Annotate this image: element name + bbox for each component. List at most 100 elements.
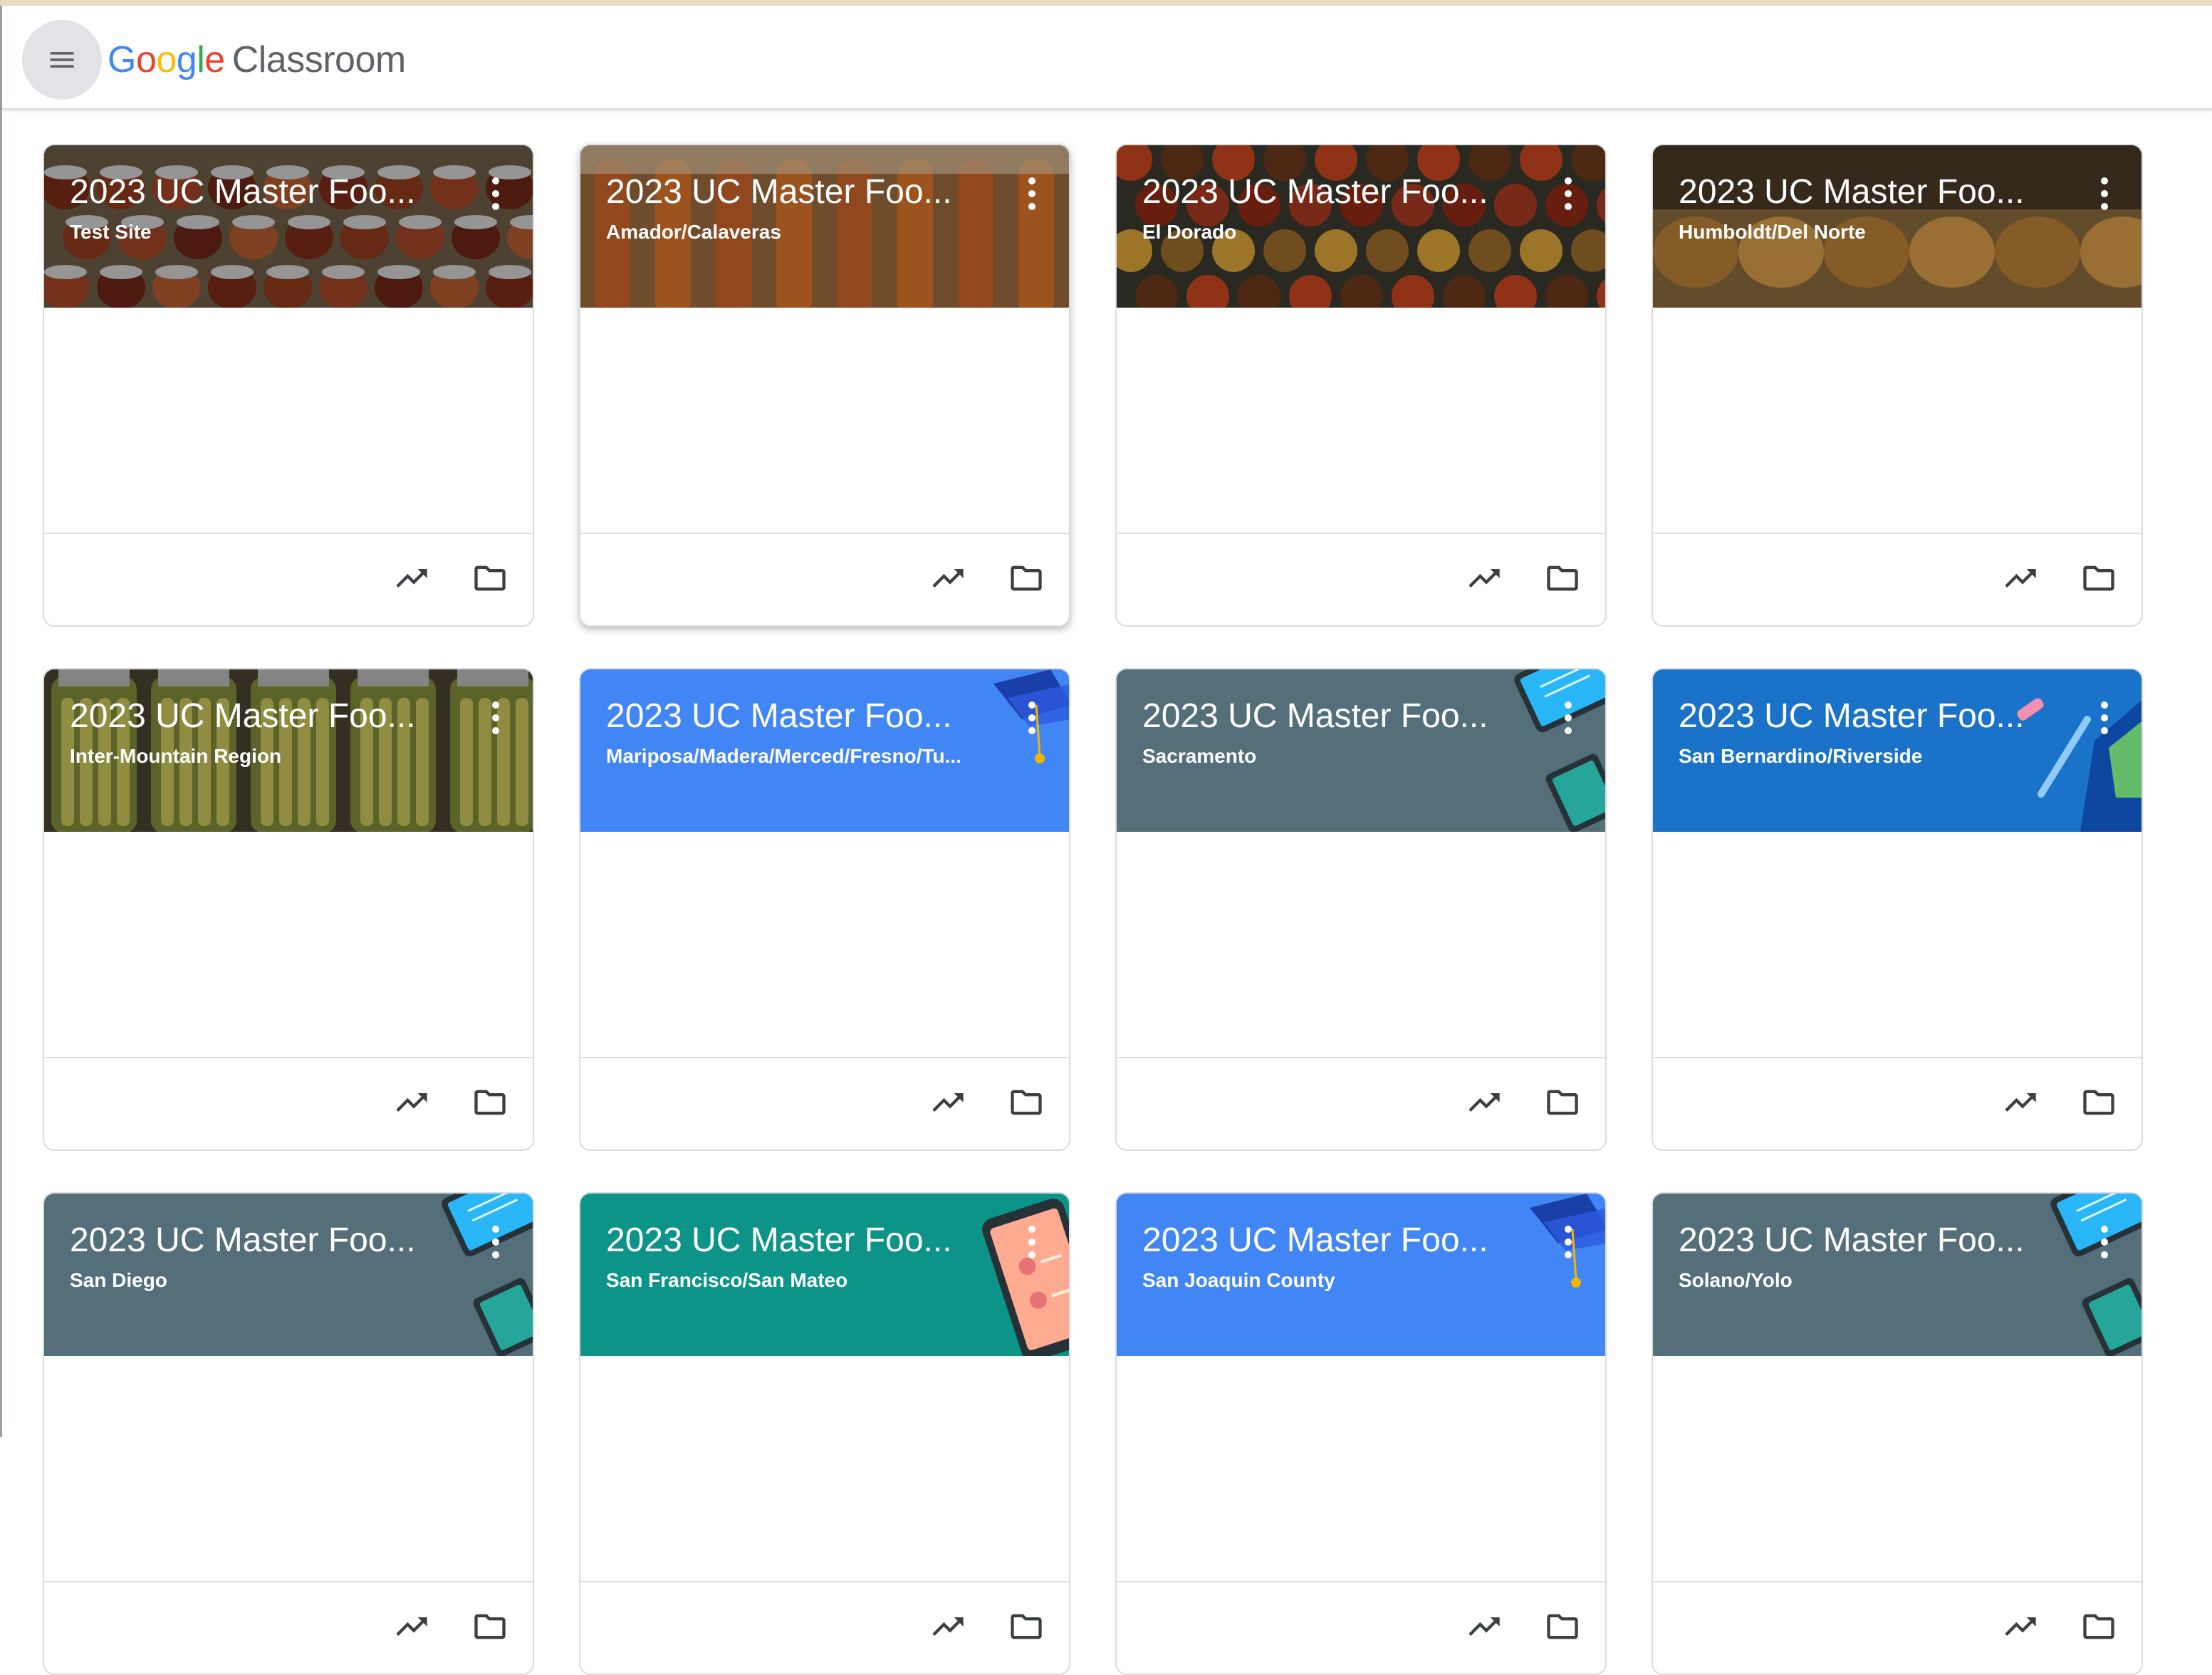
class-card[interactable]: 2023 UC Master Foo... El Dorado: [1115, 144, 1607, 627]
class-title[interactable]: 2023 UC Master Foo...: [1142, 1219, 1527, 1262]
class-card-banner[interactable]: 2023 UC Master Foo... San Francisco/San …: [580, 1194, 1069, 1356]
class-options-button[interactable]: [1560, 1222, 1577, 1262]
open-drive-folder-button[interactable]: [1540, 1080, 1585, 1125]
open-drive-folder-button[interactable]: [1003, 555, 1049, 601]
open-progress-button[interactable]: [925, 1080, 971, 1125]
more-vert-icon: [2101, 701, 2108, 734]
open-drive-folder-button[interactable]: [1003, 1080, 1049, 1125]
open-drive-folder-button[interactable]: [467, 1080, 513, 1125]
class-title[interactable]: 2023 UC Master Foo...: [1679, 171, 2063, 214]
class-title[interactable]: 2023 UC Master Foo...: [70, 171, 454, 214]
open-drive-folder-button[interactable]: [467, 1604, 513, 1649]
class-title[interactable]: 2023 UC Master Foo...: [1142, 171, 1527, 214]
class-title[interactable]: 2023 UC Master Foo...: [606, 695, 991, 738]
open-progress-button[interactable]: [389, 1604, 434, 1649]
class-options-button[interactable]: [1560, 174, 1577, 214]
class-title[interactable]: 2023 UC Master Foo...: [70, 1219, 454, 1262]
open-drive-folder-button[interactable]: [1540, 1604, 1585, 1649]
class-options-button[interactable]: [1560, 698, 1577, 738]
class-card[interactable]: 2023 UC Master Foo... San Bernardino/Riv…: [1652, 668, 2143, 1151]
class-card[interactable]: 2023 UC Master Foo... Solano/Yolo: [1652, 1192, 2143, 1675]
class-section: Inter-Mountain Region: [70, 745, 282, 767]
open-progress-button[interactable]: [389, 555, 434, 601]
open-progress-button[interactable]: [1998, 1604, 2043, 1649]
class-options-button[interactable]: [1023, 698, 1040, 738]
class-card-body: [1653, 1356, 2141, 1582]
class-options-button[interactable]: [2096, 174, 2113, 214]
class-card-banner[interactable]: 2023 UC Master Foo... Mariposa/Madera/Me…: [580, 669, 1069, 832]
class-title[interactable]: 2023 UC Master Foo...: [606, 1219, 991, 1262]
class-card-body: [44, 832, 533, 1058]
open-progress-button[interactable]: [1461, 1604, 1507, 1649]
folder-icon: [474, 1090, 506, 1115]
class-card[interactable]: 2023 UC Master Foo... Test Site: [43, 144, 534, 627]
open-drive-folder-button[interactable]: [1003, 1604, 1049, 1649]
open-progress-button[interactable]: [925, 1604, 971, 1649]
trending-up-icon: [2005, 569, 2036, 588]
more-vert-icon: [1028, 701, 1035, 734]
class-title[interactable]: 2023 UC Master Foo...: [606, 171, 991, 214]
more-vert-icon: [492, 701, 499, 734]
class-options-button[interactable]: [487, 698, 504, 738]
open-drive-folder-button[interactable]: [467, 555, 513, 601]
open-progress-button[interactable]: [925, 555, 971, 601]
folder-icon: [1547, 565, 1578, 591]
class-card-banner[interactable]: 2023 UC Master Foo... San Bernardino/Riv…: [1653, 669, 2141, 832]
trending-up-icon: [2005, 1093, 2036, 1112]
google-classroom-logo[interactable]: Google Classroom: [108, 34, 406, 85]
class-options-button[interactable]: [1023, 1222, 1040, 1262]
class-card-banner[interactable]: 2023 UC Master Foo... San Joaquin County: [1117, 1194, 1605, 1356]
open-drive-folder-button[interactable]: [2076, 1080, 2122, 1125]
class-card[interactable]: 2023 UC Master Foo... San Diego: [43, 1192, 534, 1675]
class-card-body: [1653, 832, 2141, 1058]
open-progress-button[interactable]: [1461, 1080, 1507, 1125]
trending-up-icon: [932, 569, 964, 588]
class-section: San Joaquin County: [1142, 1269, 1335, 1291]
class-card-body: [580, 308, 1069, 534]
class-card[interactable]: 2023 UC Master Foo... Inter-Mountain Reg…: [43, 668, 534, 1151]
open-progress-button[interactable]: [389, 1080, 434, 1125]
class-card-banner[interactable]: 2023 UC Master Foo... Amador/Calaveras: [580, 145, 1069, 308]
class-card[interactable]: 2023 UC Master Foo... San Joaquin County: [1115, 1192, 1607, 1675]
trending-up-icon: [396, 1617, 427, 1636]
class-card[interactable]: 2023 UC Master Foo... Amador/Calaveras: [579, 144, 1070, 627]
class-options-button[interactable]: [487, 1222, 504, 1262]
class-card-banner[interactable]: 2023 UC Master Foo... El Dorado: [1117, 145, 1605, 308]
class-card[interactable]: 2023 UC Master Foo... San Francisco/San …: [579, 1192, 1070, 1675]
class-options-button[interactable]: [487, 174, 504, 214]
open-progress-button[interactable]: [1998, 1080, 2043, 1125]
more-vert-icon: [2101, 1226, 2108, 1258]
trending-up-icon: [2005, 1617, 2036, 1636]
open-drive-folder-button[interactable]: [2076, 1604, 2122, 1649]
google-letter: e: [204, 39, 225, 80]
class-card-banner[interactable]: 2023 UC Master Foo... Test Site: [44, 145, 533, 308]
class-section: Sacramento: [1142, 745, 1257, 767]
open-drive-folder-button[interactable]: [2076, 555, 2122, 601]
google-letter: o: [156, 39, 177, 80]
open-progress-button[interactable]: [1461, 555, 1507, 601]
folder-icon: [1547, 1614, 1578, 1639]
class-card-body: [1653, 308, 2141, 534]
class-card[interactable]: 2023 UC Master Foo... Sacramento: [1115, 668, 1607, 1151]
class-options-button[interactable]: [2096, 698, 2113, 738]
class-card[interactable]: 2023 UC Master Foo... Humboldt/Del Norte: [1652, 144, 2143, 627]
class-options-button[interactable]: [1023, 174, 1040, 214]
class-title[interactable]: 2023 UC Master Foo...: [70, 695, 454, 738]
class-options-button[interactable]: [2096, 1222, 2113, 1262]
class-title[interactable]: 2023 UC Master Foo...: [1142, 695, 1527, 738]
class-card-footer: [1653, 1058, 2141, 1149]
folder-icon: [1011, 565, 1042, 591]
class-card[interactable]: 2023 UC Master Foo... Mariposa/Madera/Me…: [579, 668, 1070, 1151]
open-progress-button[interactable]: [1998, 555, 2043, 601]
main-menu-button[interactable]: [22, 20, 102, 100]
class-card-banner[interactable]: 2023 UC Master Foo... Solano/Yolo: [1653, 1194, 2141, 1356]
open-drive-folder-button[interactable]: [1540, 555, 1585, 601]
class-card-body: [580, 1356, 1069, 1582]
class-card-banner[interactable]: 2023 UC Master Foo... San Diego: [44, 1194, 533, 1356]
class-card-banner[interactable]: 2023 UC Master Foo... Humboldt/Del Norte: [1653, 145, 2141, 308]
folder-icon: [1011, 1090, 1042, 1115]
class-card-banner[interactable]: 2023 UC Master Foo... Sacramento: [1117, 669, 1605, 832]
class-card-banner[interactable]: 2023 UC Master Foo... Inter-Mountain Reg…: [44, 669, 533, 832]
class-title[interactable]: 2023 UC Master Foo...: [1679, 1219, 2063, 1262]
class-title[interactable]: 2023 UC Master Foo...: [1679, 695, 2063, 738]
